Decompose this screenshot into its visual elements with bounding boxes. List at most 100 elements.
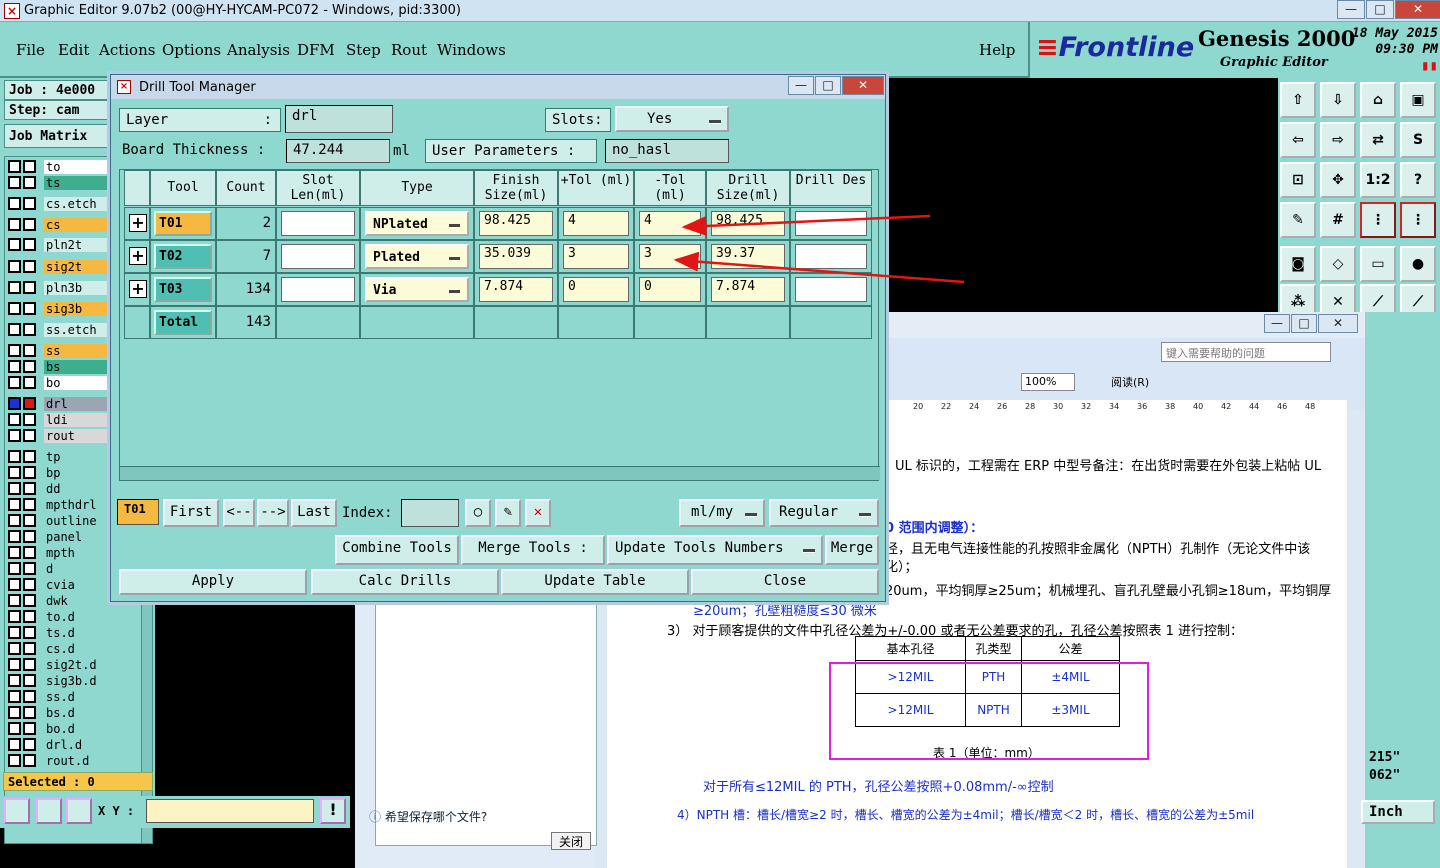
menu-analysis[interactable]: Analysis	[227, 41, 290, 59]
layer-affected-checkbox[interactable]	[23, 218, 36, 231]
menu-options[interactable]: Options	[162, 41, 221, 59]
layer-affected-checkbox[interactable]	[23, 344, 36, 357]
layer-affected-checkbox[interactable]	[23, 674, 36, 687]
move-left-icon[interactable]: ⇦	[1280, 122, 1316, 158]
layer-affected-checkbox[interactable]	[23, 482, 36, 495]
layer-affected-checkbox[interactable]	[23, 176, 36, 189]
lightbulb-icon[interactable]: ○	[465, 499, 491, 527]
layer-row[interactable]: ts.d	[8, 625, 126, 640]
layer-affected-checkbox[interactable]	[23, 323, 36, 336]
layer-affected-checkbox[interactable]	[23, 413, 36, 426]
last-button[interactable]: Last	[291, 499, 337, 527]
move-right-icon[interactable]: ⇨	[1320, 122, 1356, 158]
layer-row[interactable]: mpth	[8, 545, 126, 560]
layer-affected-checkbox[interactable]	[23, 376, 36, 389]
layer-affected-checkbox[interactable]	[23, 397, 36, 410]
layer-row[interactable]: tp	[8, 449, 126, 464]
layer-affected-checkbox[interactable]	[23, 498, 36, 511]
minimize-button[interactable]: —	[1337, 0, 1365, 19]
layer-row[interactable]: sig3b.d	[8, 673, 126, 688]
layer-name[interactable]: rout.d	[44, 753, 126, 768]
delete-icon[interactable]: ✕	[525, 499, 551, 527]
layer-row[interactable]: pln2t	[8, 237, 126, 252]
layer-checkbox[interactable]	[8, 323, 21, 336]
board-thickness-input[interactable]: 47.244	[286, 139, 390, 163]
layer-affected-checkbox[interactable]	[23, 429, 36, 442]
layer-affected-checkbox[interactable]	[23, 642, 36, 655]
layer-affected-checkbox[interactable]	[23, 578, 36, 591]
layer-affected-checkbox[interactable]	[23, 722, 36, 735]
layer-checkbox[interactable]	[8, 610, 21, 623]
dialog-minimize-button[interactable]: —	[788, 76, 814, 95]
merge-button[interactable]: Merge	[825, 535, 879, 565]
layer-row[interactable]: dd	[8, 481, 126, 496]
finish-input[interactable]: 98.425	[479, 211, 553, 236]
finish-input[interactable]: 35.039	[479, 244, 553, 269]
layer-checkbox[interactable]	[8, 376, 21, 389]
layer-name[interactable]: sig3b.d	[44, 673, 126, 688]
calc-drills-button[interactable]: Calc Drills	[311, 569, 499, 595]
layer-row[interactable]: bo	[8, 375, 126, 390]
window-icon[interactable]: ▣	[1400, 82, 1436, 118]
layer-checkbox[interactable]	[8, 530, 21, 543]
layer-affected-checkbox[interactable]	[23, 238, 36, 251]
layer-checkbox[interactable]	[8, 706, 21, 719]
tool-button[interactable]: T02	[154, 244, 212, 269]
layer-affected-checkbox[interactable]	[23, 160, 36, 173]
drill-des-input[interactable]	[795, 277, 867, 302]
layer-row[interactable]: rout	[8, 428, 126, 443]
zoom-fit-icon[interactable]	[4, 798, 30, 824]
layer-checkbox[interactable]	[8, 260, 21, 273]
rotate-icon[interactable]: S	[1400, 122, 1436, 158]
menu-help[interactable]: Help	[979, 41, 1015, 59]
layer-name[interactable]: drl.d	[44, 737, 126, 752]
units-dropdown[interactable]: ml/my	[679, 499, 765, 527]
word-minimize-button[interactable]: —	[1264, 314, 1290, 333]
ptol-input[interactable]: 3	[563, 244, 629, 269]
layer-row[interactable]: drl	[8, 396, 126, 411]
layer-row[interactable]: pln3b	[8, 280, 126, 295]
layer-checkbox[interactable]	[8, 754, 21, 767]
layer-checkbox[interactable]	[8, 302, 21, 315]
slot-len-input[interactable]	[281, 277, 355, 302]
menu-dfm[interactable]: DFM	[297, 41, 335, 59]
layer-checkbox[interactable]	[8, 197, 21, 210]
menu-windows[interactable]: Windows	[437, 41, 506, 59]
type-dropdown[interactable]: Plated	[365, 244, 469, 269]
layer-checkbox[interactable]	[8, 626, 21, 639]
word-close-button[interactable]: ✕	[1318, 314, 1358, 333]
layer-row[interactable]: sig2t.d	[8, 657, 126, 672]
layer-affected-checkbox[interactable]	[23, 514, 36, 527]
type-dropdown[interactable]: NPlated	[365, 211, 469, 236]
layer-row[interactable]: dwk	[8, 593, 126, 608]
layer-row[interactable]: outline	[8, 513, 126, 528]
layer-checkbox[interactable]	[8, 238, 21, 251]
expand-plus-icon[interactable]: +	[129, 280, 147, 298]
layer-checkbox[interactable]	[8, 546, 21, 559]
layer-checkbox[interactable]	[8, 429, 21, 442]
layer-row[interactable]: cs.d	[8, 641, 126, 656]
layer-checkbox[interactable]	[8, 738, 21, 751]
drill-input[interactable]: 39.37	[711, 244, 785, 269]
tool-button[interactable]: T03	[154, 277, 212, 302]
close-button[interactable]: ✕	[1395, 0, 1440, 19]
help-search-input[interactable]: 键入需要帮助的问题	[1161, 342, 1331, 362]
layer-row[interactable]: bo.d	[8, 721, 126, 736]
drill-des-input[interactable]	[795, 244, 867, 269]
close-dialog-button[interactable]: Close	[691, 569, 879, 595]
layer-affected-checkbox[interactable]	[23, 738, 36, 751]
layer-affected-checkbox[interactable]	[23, 690, 36, 703]
prev-button[interactable]: <--	[223, 499, 255, 527]
ptol-input[interactable]: 0	[563, 277, 629, 302]
layer-affected-checkbox[interactable]	[23, 754, 36, 767]
layer-checkbox[interactable]	[8, 218, 21, 231]
layer-affected-checkbox[interactable]	[23, 626, 36, 639]
layer-row[interactable]: sig3b	[8, 301, 126, 316]
dialog-maximize-button[interactable]: □	[815, 76, 841, 95]
scale-icon[interactable]: 1:2	[1360, 162, 1396, 198]
finish-input[interactable]: 7.874	[479, 277, 553, 302]
edit-tool-icon[interactable]: ✎	[1280, 202, 1316, 238]
drill-input[interactable]: 98.425	[711, 211, 785, 236]
layer-name[interactable]: bs.d	[44, 705, 126, 720]
layer-affected-checkbox[interactable]	[23, 546, 36, 559]
